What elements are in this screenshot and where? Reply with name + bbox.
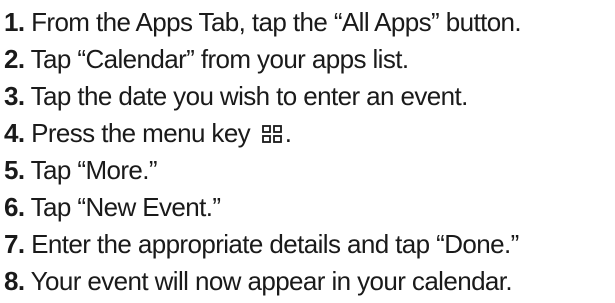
step-4: 4. Press the menu key . <box>4 115 612 152</box>
step-number: 3. <box>4 81 25 111</box>
step-number: 1. <box>4 7 25 37</box>
step-text: Tap “Calendar” from your apps list. <box>30 44 409 74</box>
step-text: Press the menu key <box>31 118 251 148</box>
step-7: 7. Enter the appropriate details and tap… <box>4 226 612 263</box>
step-number: 4. <box>4 118 25 148</box>
step-text: Tap “New Event.” <box>30 192 221 222</box>
step-2: 2. Tap “Calendar” from your apps list. <box>4 41 612 78</box>
step-text: Your event will now appear in your calen… <box>30 266 513 296</box>
menu-key-icon <box>261 124 283 144</box>
step-text: Tap “More.” <box>30 155 158 185</box>
step-6: 6. Tap “New Event.” <box>4 189 612 226</box>
step-3: 3. Tap the date you wish to enter an eve… <box>4 78 612 115</box>
step-text: Tap the date you wish to enter an event. <box>30 81 469 111</box>
step-5: 5. Tap “More.” <box>4 152 612 189</box>
step-8: 8. Your event will now appear in your ca… <box>4 263 612 300</box>
step-number: 6. <box>4 192 25 222</box>
step-number: 2. <box>4 44 25 74</box>
step-number: 5. <box>4 155 25 185</box>
step-1: 1. From the Apps Tab, tap the “All Apps”… <box>4 4 612 41</box>
step-number: 8. <box>4 266 25 296</box>
instruction-list: 1. From the Apps Tab, tap the “All Apps”… <box>4 4 612 300</box>
step-text: Enter the appropriate details and tap “D… <box>31 229 519 259</box>
step-text-suffix: . <box>284 118 292 148</box>
step-text: From the Apps Tab, tap the “All Apps” bu… <box>31 7 522 37</box>
step-number: 7. <box>4 229 25 259</box>
